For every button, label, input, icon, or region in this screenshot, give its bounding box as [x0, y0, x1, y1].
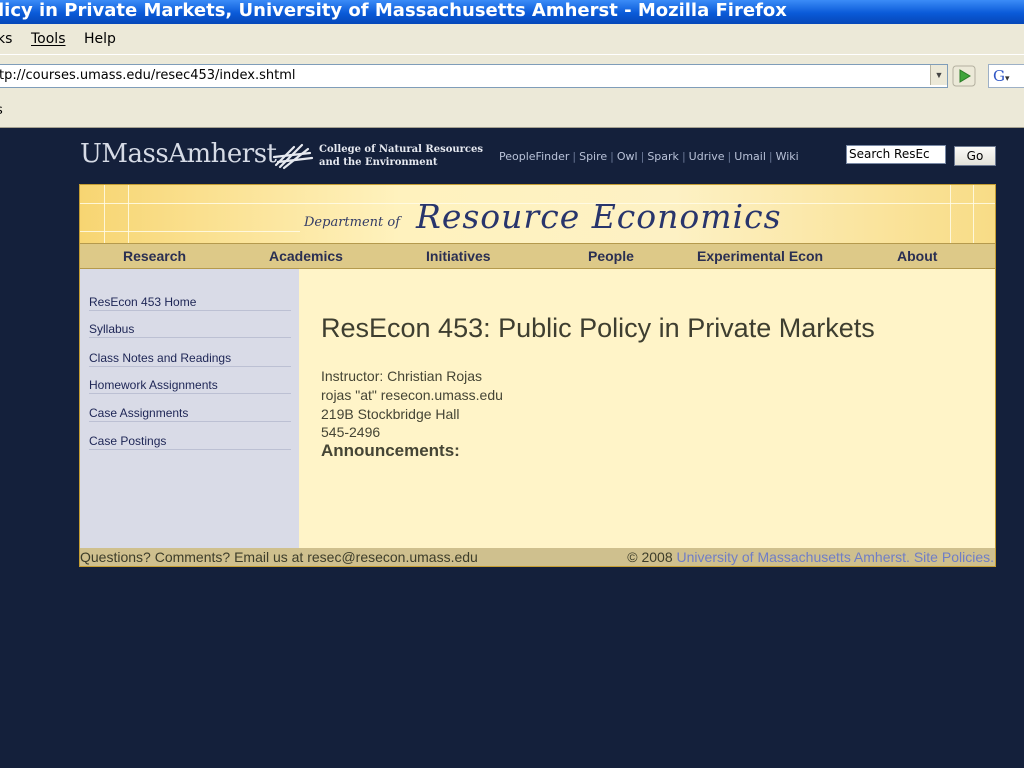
college-logo-icon[interactable]: [270, 141, 314, 171]
sidebar-item-home[interactable]: ResEcon 453 Home: [89, 295, 291, 311]
sidebar-item-syllabus[interactable]: Syllabus: [89, 322, 291, 338]
instructor-office: 219B Stockbridge Hall: [321, 406, 460, 422]
department-banner: Department of Resource Economics: [80, 185, 995, 243]
banner-gridline: [104, 185, 105, 243]
instructor-email: rojas "at" resecon.umass.edu: [321, 387, 503, 403]
umass-amherst-logo[interactable]: UMassAmherst: [80, 139, 277, 169]
sidebar-item-case-postings[interactable]: Case Postings: [89, 434, 291, 450]
link-separator: |: [572, 150, 577, 163]
search-engine-box[interactable]: G▾: [988, 64, 1024, 88]
go-arrow-icon: [952, 65, 976, 87]
banner-gridline: [128, 185, 129, 243]
link-owl[interactable]: Owl: [617, 150, 638, 163]
link-umail[interactable]: Umail: [734, 150, 766, 163]
tab-academics[interactable]: Academics: [269, 248, 343, 264]
bookmarks-toolbar: s: [0, 97, 1024, 128]
link-spire[interactable]: Spire: [579, 150, 607, 163]
page-title: ResEcon 453: Public Policy in Private Ma…: [321, 313, 875, 343]
url-bar[interactable]: tp://courses.umass.edu/resec453/index.sh…: [0, 64, 948, 88]
tab-people[interactable]: People: [588, 248, 634, 264]
link-separator: |: [768, 150, 773, 163]
announcements-heading: Announcements:: [321, 441, 460, 460]
sidebar-item-homework[interactable]: Homework Assignments: [89, 378, 291, 394]
college-name[interactable]: College of Natural Resources and the Env…: [319, 143, 483, 169]
top-links: PeopleFinder | Spire | Owl | Spark | Udrive | Umai…: [499, 150, 799, 163]
navigation-toolbar: tp://courses.umass.edu/resec453/index.sh…: [0, 54, 1024, 98]
banner-gridline: [950, 185, 951, 243]
instructor-name: Instructor: Christian Rojas: [321, 368, 483, 384]
banner-gridline: [973, 185, 974, 243]
department-prefix: Department of: [304, 215, 401, 230]
link-separator: |: [681, 150, 686, 163]
site-search-go-button[interactable]: Go: [954, 146, 996, 166]
google-icon: G: [993, 67, 1005, 85]
menu-bookmarks[interactable]: ks: [0, 31, 12, 47]
bookmarks-fragment: s: [0, 103, 3, 118]
sidebar-item-class-notes[interactable]: Class Notes and Readings: [89, 351, 291, 367]
main-content: ResEcon 453: Public Policy in Private Ma…: [299, 269, 995, 548]
menu-tools[interactable]: Tools: [31, 31, 66, 47]
footer-contact[interactable]: Questions? Comments? Email us at resec@r…: [80, 548, 478, 566]
instructor-phone: 545-2496: [321, 424, 381, 440]
college-name-line2: and the Environment: [319, 157, 438, 168]
link-separator: |: [727, 150, 732, 163]
footer-copyright: © 2008 University of Massachusetts Amher…: [627, 548, 994, 566]
content-panel: Department of Resource Economics Researc…: [79, 184, 996, 567]
tab-research[interactable]: Research: [123, 248, 186, 264]
link-separator: |: [640, 150, 645, 163]
link-wiki[interactable]: Wiki: [776, 150, 799, 163]
site-policies-link[interactable]: Site Policies.: [914, 549, 994, 565]
site-search-input[interactable]: Search ResEc: [846, 145, 946, 164]
department-name[interactable]: Resource Economics: [416, 197, 782, 236]
tab-experimental-econ[interactable]: Experimental Econ: [697, 248, 823, 264]
window-title-bar: licy in Private Markets, University of M…: [0, 0, 1024, 24]
course-sidebar: ResEcon 453 Home Syllabus Class Notes an…: [80, 269, 299, 548]
link-peoplefinder[interactable]: PeopleFinder: [499, 150, 569, 163]
main-navigation: Research Academics Initiatives People Ex…: [80, 243, 995, 269]
link-spark[interactable]: Spark: [647, 150, 679, 163]
menu-help[interactable]: Help: [84, 31, 116, 47]
page-footer: Questions? Comments? Email us at resec@r…: [80, 548, 995, 566]
banner-gridline: [80, 231, 300, 232]
url-text: tp://courses.umass.edu/resec453/index.sh…: [0, 68, 296, 83]
university-link[interactable]: University of Massachusetts Amherst.: [677, 549, 910, 565]
tab-initiatives[interactable]: Initiatives: [426, 248, 491, 264]
window-title: licy in Private Markets, University of M…: [0, 0, 787, 21]
link-udrive[interactable]: Udrive: [689, 150, 725, 163]
link-separator: |: [610, 150, 614, 163]
college-name-line1: College of Natural Resources: [319, 144, 484, 155]
go-arrow-button[interactable]: [952, 65, 976, 87]
tab-about[interactable]: About: [897, 248, 937, 264]
sidebar-item-case-assignments[interactable]: Case Assignments: [89, 406, 291, 422]
menu-bar: ks Tools Help: [0, 24, 1024, 54]
copyright-text: © 2008: [627, 549, 677, 565]
url-dropdown-button[interactable]: ▼: [930, 65, 947, 85]
